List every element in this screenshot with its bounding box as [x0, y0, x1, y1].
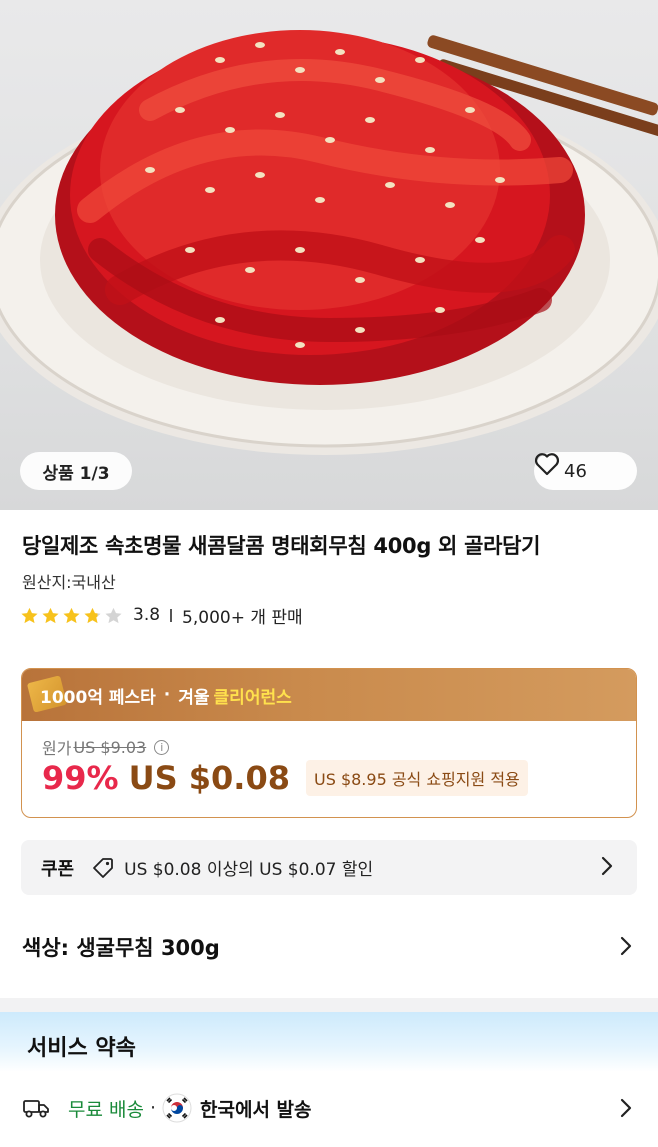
current-price-row: 99% US $0.08 US $8.95 공식 쇼핑지원 적용 [42, 759, 528, 797]
chevron-right-icon [620, 936, 632, 960]
info-icon[interactable]: i [154, 739, 170, 755]
product-image[interactable]: 상품 1/3 46 [0, 0, 658, 510]
product-origin: 원산지:국내산 [22, 573, 116, 592]
discount-percent: 99% [42, 759, 119, 797]
truck-icon [22, 1097, 50, 1119]
promo-clearance: 클리어런스 [213, 687, 292, 708]
rating-separator [170, 608, 173, 622]
price-box: 1000억 페스타 · 겨울 클리어런스 원가 US $9.03 i 99% U… [21, 668, 637, 818]
tag-icon [92, 857, 114, 879]
coupon-text: US $0.08 이상의 US $0.07 할인 [124, 860, 374, 880]
rating-row[interactable]: 3.8 5,000+ 개 판매 [20, 603, 303, 628]
service-title: 서비스 약속 [27, 1036, 136, 1061]
promo-banner[interactable]: 1000억 페스타 · 겨울 클리어런스 [22, 669, 636, 721]
promo-dot: · [163, 685, 171, 705]
star-icon [84, 607, 101, 623]
shipping-dot: · [149, 1097, 157, 1119]
product-title: 당일제조 속초명물 새콤달콤 명태회무침 400g 외 골라담기 [22, 534, 541, 558]
service-header: 서비스 약속 [0, 1012, 658, 1072]
ships-from-label: 한국에서 발송 [200, 1098, 312, 1121]
original-price-label: 원가 [42, 739, 72, 758]
star-icon [105, 607, 122, 623]
original-price-value: US $9.03 [73, 737, 147, 757]
section-divider [0, 998, 658, 1012]
free-shipping-label: 무료 배송 [68, 1098, 144, 1121]
star-icon [63, 607, 80, 623]
option-text: 색상: 생굴무침 300g [22, 936, 220, 960]
chevron-right-icon [620, 1098, 632, 1122]
original-price-row: 원가 US $9.03 i [42, 735, 170, 759]
rating-stars [20, 606, 123, 625]
food-photo [0, 30, 658, 455]
star-icon [42, 607, 59, 623]
like-count: 46 [564, 460, 587, 482]
option-selector[interactable]: 색상: 생굴무침 300g [22, 930, 632, 964]
rating-value: 3.8 [133, 605, 161, 625]
sold-count: 5,000+ 개 판매 [182, 607, 303, 628]
coupon-row[interactable]: 쿠폰 US $0.08 이상의 US $0.07 할인 [21, 840, 637, 895]
image-counter: 상품 1/3 [20, 452, 132, 490]
korea-flag-icon [162, 1093, 192, 1123]
wishlist-button[interactable]: 46 [534, 452, 637, 490]
promo-winter: 겨울 [178, 687, 210, 708]
chevron-right-icon [601, 856, 613, 880]
promo-festa: 1000억 페스타 [40, 687, 156, 708]
shipping-row[interactable]: 무료 배송 · 한국에서 발송 [22, 1090, 636, 1126]
coupon-label: 쿠폰 [41, 858, 75, 880]
current-price: US $0.08 [128, 759, 290, 797]
star-icon [21, 607, 38, 623]
subsidy-badge: US $8.95 공식 쇼핑지원 적용 [305, 760, 528, 796]
